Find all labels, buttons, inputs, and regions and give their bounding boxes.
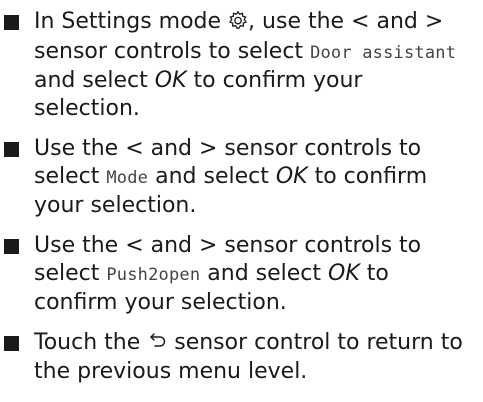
instruction-step-3: Use the < and > sensor controls to selec… bbox=[2, 232, 474, 317]
step-text: and select bbox=[148, 164, 276, 189]
display-text: Door assistant bbox=[310, 43, 457, 63]
instruction-step-2: Use the < and > sensor controls to selec… bbox=[2, 135, 474, 220]
ok-label: OK bbox=[328, 261, 360, 286]
square-bullet-icon bbox=[4, 239, 19, 254]
display-text: Mode bbox=[106, 168, 149, 188]
step-text: and select bbox=[200, 261, 329, 286]
step-text: and select bbox=[34, 68, 155, 93]
instruction-step-1: In Settings mode , use the < and > senso… bbox=[2, 8, 474, 123]
square-bullet-icon bbox=[4, 142, 19, 157]
step-text: Touch the bbox=[34, 330, 148, 355]
display-text: Push2open bbox=[106, 265, 201, 285]
square-bullet-icon bbox=[4, 336, 19, 351]
step-text: In Settings mode bbox=[34, 9, 229, 34]
ok-label: OK bbox=[275, 164, 308, 189]
instruction-list: In Settings mode , use the < and > senso… bbox=[0, 8, 483, 386]
instruction-step-4: Touch the sensor control to return to th… bbox=[2, 329, 474, 386]
ok-label: OK bbox=[154, 68, 187, 93]
square-bullet-icon bbox=[4, 15, 19, 30]
gear-icon bbox=[228, 10, 248, 38]
back-arrow-icon bbox=[147, 330, 167, 358]
